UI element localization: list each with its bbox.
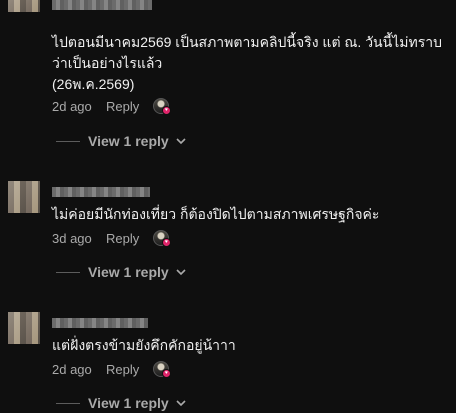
reply-button[interactable]: Reply xyxy=(106,99,144,114)
avatar[interactable] xyxy=(8,0,40,12)
chevron-down-icon xyxy=(176,138,186,145)
comment-author[interactable] xyxy=(52,187,150,197)
creator-heart-icon: ♥ xyxy=(152,359,172,379)
comment-timestamp[interactable]: 2d ago xyxy=(52,362,99,377)
comment-author[interactable] xyxy=(52,318,148,328)
comment-timestamp[interactable]: 2d ago xyxy=(52,99,99,114)
reply-button[interactable]: Reply xyxy=(106,362,144,377)
view-replies-label: View 1 reply xyxy=(88,133,169,149)
view-replies-label: View 1 reply xyxy=(88,264,169,280)
creator-heart-icon: ♥ xyxy=(152,96,172,116)
chevron-down-icon xyxy=(176,269,186,276)
heart-icon: ♥ xyxy=(162,106,171,115)
comment-timestamp[interactable]: 3d ago xyxy=(52,231,99,246)
view-replies-button[interactable]: View 1 reply xyxy=(56,262,187,282)
view-replies-label: View 1 reply xyxy=(88,395,169,411)
comment-author[interactable] xyxy=(52,0,152,10)
comment-actions: 2d ago Reply ♥ xyxy=(52,359,172,379)
reply-thread-line xyxy=(56,402,80,404)
heart-icon: ♥ xyxy=(162,369,171,378)
view-replies-button[interactable]: View 1 reply xyxy=(56,131,187,151)
comment-text: ไม่ค่อยมีนักท่องเที่ยว ก็ต้องปิดไปตามสภา… xyxy=(52,206,380,222)
avatar[interactable] xyxy=(8,312,40,344)
reply-thread-line xyxy=(56,271,80,273)
reply-thread-line xyxy=(56,140,80,142)
reply-button[interactable]: Reply xyxy=(106,231,144,246)
avatar[interactable] xyxy=(8,181,40,213)
heart-icon: ♥ xyxy=(162,238,171,247)
view-replies-button[interactable]: View 1 reply xyxy=(56,393,187,413)
chevron-down-icon xyxy=(176,400,186,407)
comment-actions: 3d ago Reply ♥ xyxy=(52,228,172,248)
comment-text: แต่ฝั่งตรงข้ามยังคึกคักอยู่น้าาา xyxy=(52,337,236,353)
comment-text: ไปตอนมีนาคม2569 เป็นสภาพตามคลิปนี้จริง แ… xyxy=(52,34,442,92)
comment-actions: 2d ago Reply ♥ xyxy=(52,96,172,116)
creator-heart-icon: ♥ xyxy=(152,228,172,248)
